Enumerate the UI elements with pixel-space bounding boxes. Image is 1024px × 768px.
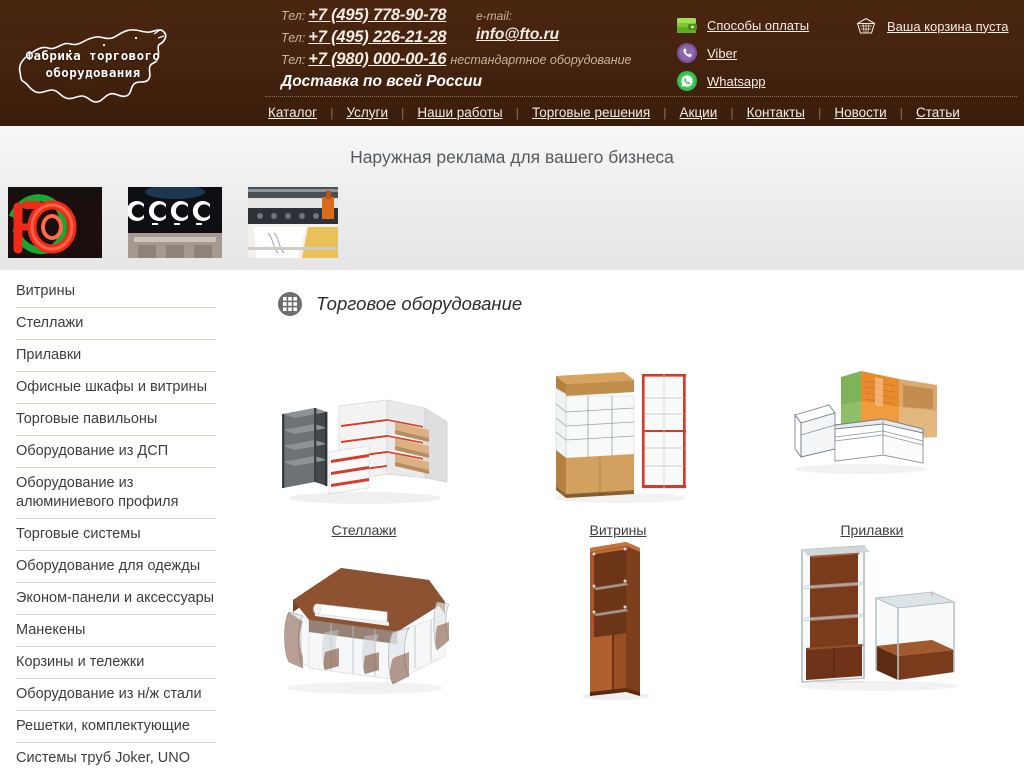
sidebar-item-econompanels[interactable]: Эконом-панели и аксессуары xyxy=(16,583,216,615)
promo-banner: Наружная реклама для вашего бизнеса xyxy=(0,126,1024,270)
category-sidebar: Витрины Стеллажи Прилавки Офисные шкафы … xyxy=(0,270,232,768)
sidebar-item-aluminium[interactable]: Оборудование из алюминиевого профиля xyxy=(16,468,216,519)
nav-divider: | xyxy=(515,104,519,120)
glass-showcases-image xyxy=(496,338,740,508)
product-card-cabinet[interactable] xyxy=(496,540,740,719)
contacts-block: Тел: +7 (495) 778-90-78 Тел: +7 (495) 226-… xyxy=(281,4,661,94)
sidebar-item-pavilions[interactable]: Торговые павильоны xyxy=(16,404,216,436)
viber-label[interactable]: Viber xyxy=(707,46,737,61)
whatsapp-icon xyxy=(676,70,698,92)
nav-item-services[interactable]: Услуги xyxy=(343,105,391,120)
phone-link-3[interactable]: +7 (980) 000-00-16 xyxy=(308,50,446,68)
product-label-showcases[interactable]: Витрины xyxy=(590,522,647,538)
site-header: Фабрика торгового оборудования Тел: +7 (4… xyxy=(0,0,1024,126)
russia-map-outline-icon xyxy=(18,29,167,103)
whatsapp-row[interactable]: Whatsapp xyxy=(676,68,846,94)
nav-item-trade-solutions[interactable]: Торговые решения xyxy=(529,105,653,120)
product-card-display[interactable] xyxy=(750,540,994,719)
basket-icon xyxy=(855,16,877,36)
cart-status-label[interactable]: Ваша корзина пуста xyxy=(887,19,1009,34)
phone-label-3: Тел: xyxy=(281,53,306,67)
email-link[interactable]: info@fto.ru xyxy=(476,24,559,46)
email-block: e-mail: info@fto.ru xyxy=(476,8,559,46)
product-grid: Стеллажи Витрины Прилавки xyxy=(242,338,1024,719)
nav-divider: | xyxy=(899,104,904,120)
sidebar-item-mannequins[interactable]: Манекены xyxy=(16,615,216,647)
sidebar-item-baskets[interactable]: Корзины и тележки xyxy=(16,647,216,679)
product-label-shelving[interactable]: Стеллажи xyxy=(332,522,397,538)
nav-divider: | xyxy=(663,104,667,120)
showcase-and-display-image xyxy=(750,540,994,700)
payment-methods-row[interactable]: Способы оплаты xyxy=(676,12,846,38)
grid-icon xyxy=(278,292,302,316)
sidebar-item-systems[interactable]: Торговые системы xyxy=(16,519,216,551)
product-card-counters[interactable]: Прилавки xyxy=(750,338,994,540)
payment-methods-label[interactable]: Способы оплаты xyxy=(707,18,809,33)
page-body: Витрины Стеллажи Прилавки Офисные шкафы … xyxy=(0,270,1024,768)
neon-sign-thumb[interactable] xyxy=(8,187,102,258)
phone-note-3: нестандартное оборудование xyxy=(450,53,632,67)
nav-item-catalog[interactable]: Каталог xyxy=(265,105,320,120)
banner-title: Наружная реклама для вашего бизнеса xyxy=(350,147,674,167)
main-navigation: Каталог | Услуги | Наши работы | Торговы… xyxy=(265,101,1017,123)
nav-separator xyxy=(265,96,1017,97)
nav-item-our-works[interactable]: Наши работы xyxy=(414,105,505,120)
sidebar-item-office[interactable]: Офисные шкафы и витрины xyxy=(16,372,216,404)
nav-item-contacts[interactable]: Контакты xyxy=(744,105,808,120)
nav-divider: | xyxy=(730,104,734,120)
product-label-counters[interactable]: Прилавки xyxy=(840,522,903,538)
ecco-signboard-thumb[interactable] xyxy=(128,187,222,258)
phone-link-1[interactable]: +7 (495) 778-90-78 xyxy=(308,6,446,24)
cart-block[interactable]: Ваша корзина пуста xyxy=(855,16,1009,36)
viber-icon xyxy=(676,42,698,64)
nav-divider: | xyxy=(330,104,334,120)
nav-item-promotions[interactable]: Акции xyxy=(677,105,721,120)
sidebar-item-dsp[interactable]: Оборудование из ДСП xyxy=(16,436,216,468)
product-card-curved-counter[interactable] xyxy=(242,540,486,719)
printing-machine-thumb[interactable] xyxy=(248,187,338,258)
phone-label-1: Тел: xyxy=(281,9,306,23)
banner-thumbnails xyxy=(8,187,364,258)
phone-row-2: Тел: +7 (495) 226-21-28 xyxy=(281,26,661,48)
section-title: Торговое оборудование xyxy=(316,293,523,314)
messengers-block: Способы оплаты Viber Whatsapp xyxy=(676,12,846,96)
email-label: e-mail: xyxy=(476,9,513,23)
viber-row[interactable]: Viber xyxy=(676,40,846,66)
phone-row-3: Тел: +7 (980) 000-00-16 нестандартное обор… xyxy=(281,48,661,70)
delivery-note: Доставка по всей России xyxy=(281,73,483,90)
curved-counter-island-image xyxy=(242,540,486,700)
wooden-cabinet-image xyxy=(496,540,740,700)
site-logo[interactable]: Фабрика торгового оборудования xyxy=(8,18,178,110)
wallet-icon xyxy=(676,14,698,36)
sidebar-item-steel[interactable]: Оборудование из н/ж стали xyxy=(16,679,216,711)
phone-label-2: Тел: xyxy=(281,31,306,45)
phone-row-1: Тел: +7 (495) 778-90-78 xyxy=(281,4,661,26)
sidebar-item-stellazhi[interactable]: Стеллажи xyxy=(16,308,216,340)
sidebar-item-clothing[interactable]: Оборудование для одежды xyxy=(16,551,216,583)
phone-link-2[interactable]: +7 (495) 226-21-28 xyxy=(308,28,446,46)
nav-item-articles[interactable]: Статьи xyxy=(913,105,963,120)
product-card-shelving[interactable]: Стеллажи xyxy=(242,338,486,540)
nav-divider: | xyxy=(400,104,405,120)
sidebar-item-prilavki[interactable]: Прилавки xyxy=(16,340,216,372)
nav-divider: | xyxy=(817,104,822,120)
section-header: Торговое оборудование xyxy=(278,292,1024,316)
nav-item-news[interactable]: Новости xyxy=(831,105,889,120)
page-root: Фабрика торгового оборудования Тел: +7 (4… xyxy=(0,0,1024,768)
whatsapp-label[interactable]: Whatsapp xyxy=(707,74,766,89)
main-content: Торговое оборудование Стеллажи Витрины П… xyxy=(236,270,1024,719)
sidebar-item-grilles[interactable]: Решетки, комплектующие xyxy=(16,711,216,743)
shelving-racks-image xyxy=(242,338,486,508)
sidebar-item-joker-uno[interactable]: Системы труб Joker, UNO xyxy=(16,743,216,768)
product-row: Стеллажи Витрины Прилавки xyxy=(242,338,1024,540)
counters-image xyxy=(750,338,994,508)
product-row xyxy=(242,540,1024,719)
product-card-showcases[interactable]: Витрины xyxy=(496,338,740,540)
sidebar-item-vitriny[interactable]: Витрины xyxy=(16,276,216,308)
